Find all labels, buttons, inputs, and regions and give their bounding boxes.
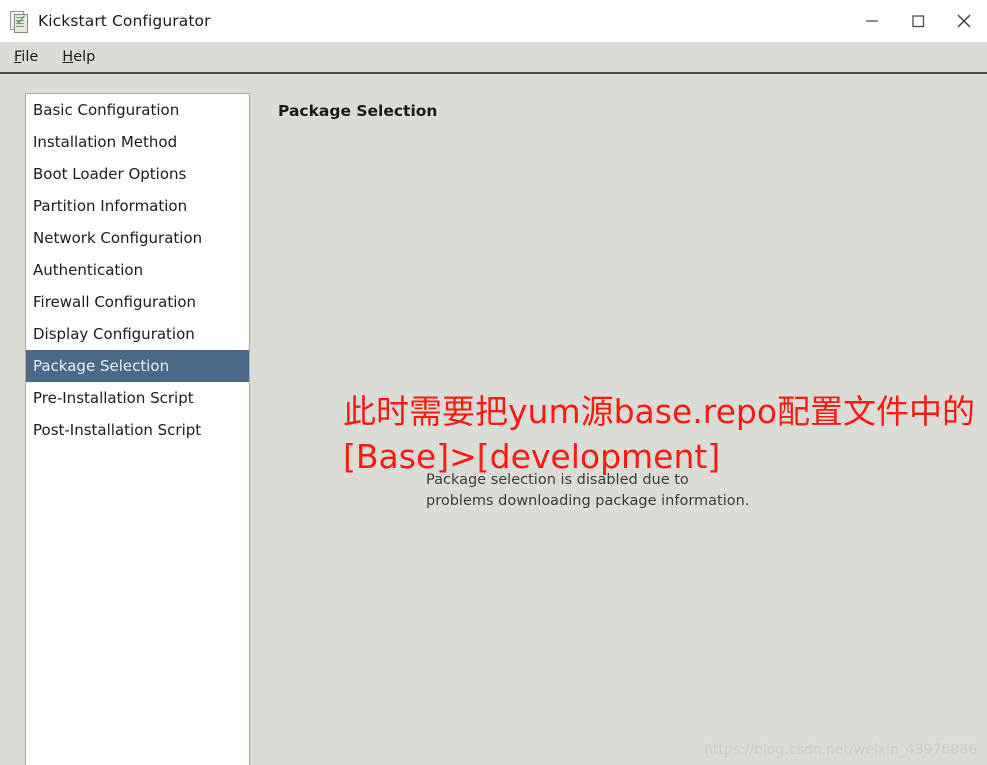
close-icon bbox=[957, 14, 971, 28]
sidebar-item-display-configuration[interactable]: Display Configuration bbox=[26, 318, 249, 350]
sidebar-item-label: Basic Configuration bbox=[33, 101, 180, 119]
sidebar-item-label: Partition Information bbox=[33, 197, 188, 215]
sidebar-item-label: Installation Method bbox=[33, 133, 178, 151]
menu-bar: File Help bbox=[0, 42, 987, 74]
window-titlebar: ✓ Kickstart Configurator bbox=[0, 0, 987, 42]
maximize-button[interactable] bbox=[895, 0, 941, 42]
window-title: Kickstart Configurator bbox=[38, 12, 211, 30]
sidebar-item-firewall-configuration[interactable]: Firewall Configuration bbox=[26, 286, 249, 318]
sidebar-item-basic-configuration[interactable]: Basic Configuration bbox=[26, 94, 249, 126]
menu-help-mnemonic: H bbox=[62, 49, 74, 65]
sidebar-item-label: Package Selection bbox=[33, 357, 170, 375]
sidebar-item-label: Authentication bbox=[33, 261, 144, 279]
sidebar-item-label: Firewall Configuration bbox=[33, 293, 197, 311]
sidebar-item-package-selection[interactable]: Package Selection bbox=[26, 350, 249, 382]
maximize-icon bbox=[912, 15, 925, 28]
window-controls bbox=[849, 0, 987, 42]
kickstart-app-icon: ✓ bbox=[8, 10, 30, 33]
minimize-icon bbox=[866, 20, 878, 22]
sidebar-item-pre-installation-script[interactable]: Pre-Installation Script bbox=[26, 382, 249, 414]
sidebar-item-installation-method[interactable]: Installation Method bbox=[26, 126, 249, 158]
content-area: Basic Configuration Installation Method … bbox=[0, 76, 987, 765]
kickstart-configurator-window: ✓ Kickstart Configurator File Help Basic… bbox=[0, 0, 987, 765]
close-button[interactable] bbox=[941, 0, 987, 42]
menu-help[interactable]: Help bbox=[52, 49, 105, 65]
sidebar-item-label: Display Configuration bbox=[33, 325, 195, 343]
sidebar-item-label: Pre-Installation Script bbox=[33, 389, 194, 407]
disabled-message-line-2: problems downloading package information… bbox=[426, 493, 750, 509]
sidebar-item-boot-loader-options[interactable]: Boot Loader Options bbox=[26, 158, 249, 190]
sidebar-item-label: Network Configuration bbox=[33, 229, 203, 247]
titlebar-left-group: ✓ Kickstart Configurator bbox=[0, 10, 849, 33]
menu-file[interactable]: File bbox=[4, 49, 48, 65]
disabled-message-line-1: Package selection is disabled due to bbox=[426, 472, 689, 488]
minimize-button[interactable] bbox=[849, 0, 895, 42]
app-icon-check-mark: ✓ bbox=[15, 11, 28, 29]
package-selection-disabled-message: Package selection is disabled due to pro… bbox=[426, 470, 749, 512]
sidebar-item-post-installation-script[interactable]: Post-Installation Script bbox=[26, 414, 249, 446]
menu-help-rest: elp bbox=[73, 49, 96, 65]
page-title: Package Selection bbox=[278, 102, 438, 120]
sidebar-item-label: Post-Installation Script bbox=[33, 421, 202, 439]
sidebar-item-partition-information[interactable]: Partition Information bbox=[26, 190, 249, 222]
sidebar-item-network-configuration[interactable]: Network Configuration bbox=[26, 222, 249, 254]
menu-file-rest: ile bbox=[21, 49, 39, 65]
package-selection-panel: Package Selection Package selection is d… bbox=[250, 76, 987, 765]
configuration-section-list[interactable]: Basic Configuration Installation Method … bbox=[25, 93, 250, 765]
sidebar-item-label: Boot Loader Options bbox=[33, 165, 187, 183]
sidebar-item-authentication[interactable]: Authentication bbox=[26, 254, 249, 286]
